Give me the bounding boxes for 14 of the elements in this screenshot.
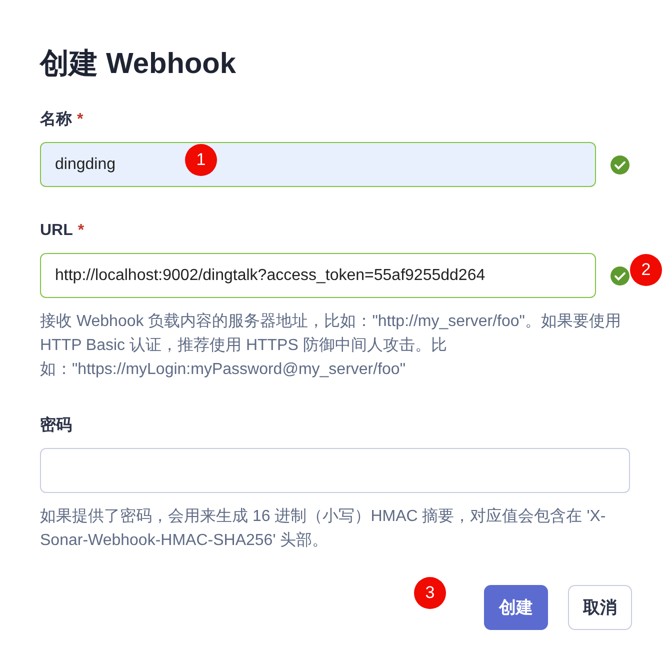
required-mark: *: [77, 110, 84, 130]
help-text: 接收 Webhook 负载内容的服务器地址，比如："http://my_server/foo"。如果要使用 HTTP Basic 认证，推荐使用 HTTPS 防御中间人攻击。比如："https://myLogin:myPassword@my_server/foo": [40, 312, 622, 380]
cancel-button[interactable]: 取消: [568, 585, 632, 630]
create-button[interactable]: 创建: [484, 585, 548, 630]
help-text: 如果提供了密码，会用来生成 16 进制（小写）HMAC 摘要，对应值会包含在 'X-Sonar-Webhook-HMAC-SHA256' 头部。: [40, 506, 607, 551]
annotation-marker: 3: [414, 577, 446, 609]
input-field[interactable]: http://localhost:9002/dingtalk?access_token=55af9255dd264: [40, 253, 596, 298]
field-label: 名称: [40, 110, 72, 130]
field-label: 密码: [40, 416, 72, 436]
required-mark: *: [78, 221, 84, 241]
annotation-marker: 2: [630, 254, 662, 286]
field-label: URL: [40, 221, 73, 241]
input-field[interactable]: [40, 448, 630, 493]
page-title: 创建 Webhook: [40, 47, 238, 82]
